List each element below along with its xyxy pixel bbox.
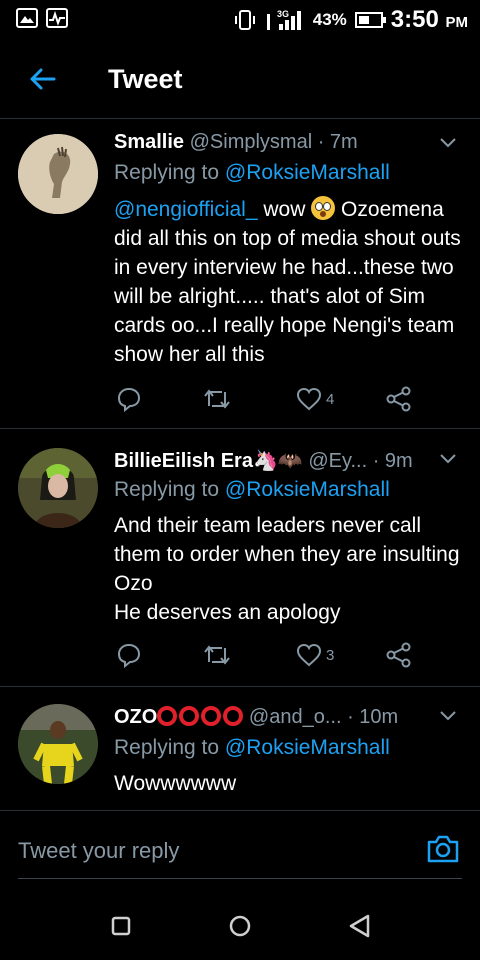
system-nav-bar	[0, 895, 480, 960]
replying-to: Replying to @RoksieMarshall	[114, 736, 390, 759]
gallery-notification-icon	[16, 8, 38, 28]
author-handle[interactable]: @Simplysmal	[190, 131, 313, 153]
status-bar: 3G 43% 3:50 PM	[0, 0, 480, 40]
author-name[interactable]: OZO	[114, 706, 157, 728]
more-caret-icon[interactable]	[440, 138, 456, 148]
mention-link[interactable]: @nengiofficial_	[114, 198, 258, 221]
reply-composer: Tweet your reply	[0, 812, 480, 882]
flushed-face-emoji	[311, 196, 336, 220]
back-nav-icon[interactable]	[347, 913, 373, 939]
share-button[interactable]	[386, 384, 412, 414]
author-name[interactable]: BillieEilish Era🦄🦇	[114, 450, 303, 472]
like-count: 4	[326, 390, 335, 408]
tweet-time: · 9m	[372, 450, 413, 472]
app-header: Tweet	[0, 50, 480, 110]
like-icon	[296, 387, 322, 411]
tweet-header: Smallie @Simplysmal · 7m	[114, 131, 358, 154]
home-icon[interactable]	[227, 913, 253, 939]
replying-to: Replying to @RoksieMarshall	[114, 478, 390, 501]
like-icon	[296, 643, 322, 667]
tweet-header: OZO @and_o... · 10m	[114, 706, 398, 729]
share-button[interactable]	[386, 640, 412, 670]
reply-icon	[117, 387, 141, 412]
tweet-actions: 4	[114, 384, 434, 414]
recent-apps-icon[interactable]	[108, 913, 134, 939]
reply-button[interactable]	[116, 640, 142, 670]
share-icon	[386, 642, 411, 668]
signal-icon: 3G	[266, 9, 301, 30]
reply-mention-link[interactable]: @RoksieMarshall	[225, 161, 390, 184]
tweet-text: Wowwwwww	[114, 772, 237, 795]
tweet-time: · 10m	[347, 706, 399, 728]
replying-to: Replying to @RoksieMarshall	[114, 161, 390, 184]
tweet-item[interactable]: BillieEilish Era🦄🦇 @Ey... · 9m Replying …	[0, 428, 480, 686]
vibrate-icon	[234, 10, 255, 30]
like-button[interactable]: 3	[296, 640, 334, 670]
tweet-time: · 7m	[317, 131, 358, 153]
reply-mention-link[interactable]: @RoksieMarshall	[225, 736, 390, 759]
red-circles-emoji	[157, 706, 244, 726]
composer-underline	[18, 878, 462, 879]
reply-input[interactable]: Tweet your reply	[18, 838, 179, 864]
like-button[interactable]: 4	[296, 384, 334, 414]
tweet-item[interactable]: Smallie @Simplysmal · 7m Replying to @Ro…	[0, 118, 480, 428]
share-icon	[386, 386, 411, 412]
author-handle[interactable]: @and_o...	[249, 706, 342, 728]
clock: 3:50 PM	[390, 6, 468, 33]
battery-percent: 43%	[312, 10, 347, 29]
reply-button[interactable]	[116, 384, 142, 414]
retweet-icon	[204, 645, 230, 665]
svg-text:3G: 3G	[277, 9, 289, 19]
tweet-item[interactable]: OZO @and_o... · 10m Replying to @RoksieM…	[0, 686, 480, 810]
activity-notification-icon	[46, 8, 68, 28]
divider	[0, 810, 480, 811]
tweet-text: And their team leaders never call them t…	[114, 514, 460, 624]
more-caret-icon[interactable]	[440, 454, 456, 464]
avatar[interactable]	[18, 134, 98, 214]
back-arrow-icon[interactable]	[28, 64, 58, 94]
reply-icon	[117, 643, 141, 668]
tweet-header: BillieEilish Era🦄🦇 @Ey... · 9m	[114, 448, 413, 473]
camera-icon[interactable]	[426, 832, 460, 866]
author-handle[interactable]: @Ey...	[308, 450, 367, 472]
author-name[interactable]: Smallie	[114, 131, 184, 153]
like-count: 3	[326, 646, 335, 664]
retweet-icon	[204, 389, 230, 409]
avatar[interactable]	[18, 704, 98, 784]
more-caret-icon[interactable]	[440, 711, 456, 721]
retweet-button[interactable]	[202, 384, 232, 414]
page-title: Tweet	[108, 64, 183, 94]
battery-icon	[354, 12, 386, 28]
reply-mention-link[interactable]: @RoksieMarshall	[225, 478, 390, 501]
avatar[interactable]	[18, 448, 98, 528]
retweet-button[interactable]	[202, 640, 232, 670]
tweet-text: @nengiofficial_ wow Ozoemena did all thi…	[114, 196, 461, 366]
tweet-actions: 3	[114, 640, 434, 670]
